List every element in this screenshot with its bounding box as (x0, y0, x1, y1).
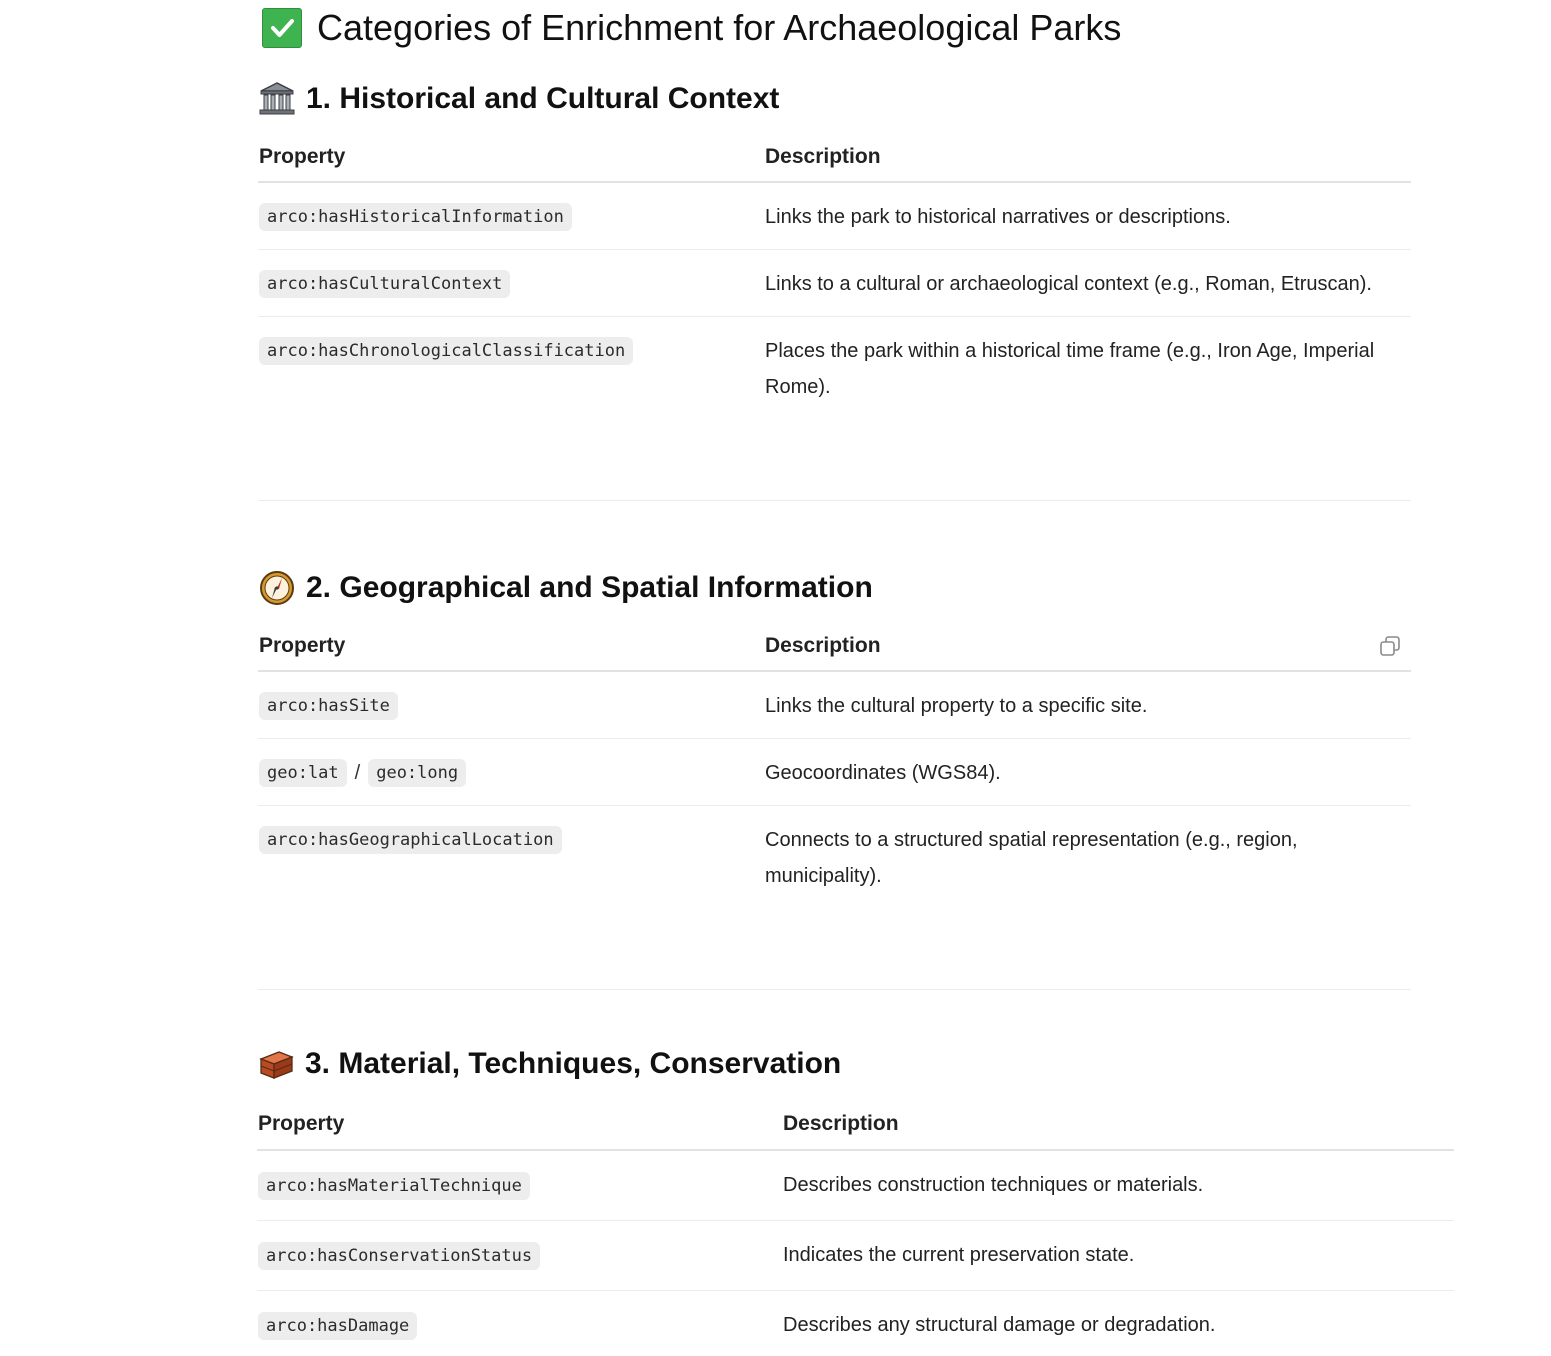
property-code: arco:hasCulturalContext (259, 270, 511, 298)
property-table: Property Description arco:hasSite Links … (258, 629, 1411, 899)
section-heading-text: 2. Geographical and Spatial Information (306, 571, 873, 604)
column-header-property: Property (259, 145, 346, 168)
column-header-property: Property (259, 634, 346, 657)
check-mark-icon (262, 8, 302, 48)
section-geographical-spatial: 2. Geographical and Spatial Information … (258, 567, 1411, 897)
section-heading: 1. Historical and Cultural Context (258, 78, 779, 120)
section-heading-text: 1. Historical and Cultural Context (306, 82, 780, 115)
property-code-lat: geo:lat (259, 759, 347, 787)
description-cell: Describes any structural damage or degra… (783, 1314, 1216, 1336)
table-row: arco:hasChronologicalClassification Plac… (258, 317, 1411, 407)
page-title-text: Categories of Enrichment for Archaeologi… (317, 7, 1122, 48)
table-row: arco:hasSite Links the cultural property… (258, 672, 1411, 739)
section-divider (258, 500, 1411, 501)
property-cell: arco:hasConservationStatus (258, 1242, 541, 1270)
description-cell: Indicates the current preservation state… (783, 1244, 1135, 1266)
description-cell: Connects to a structured spatial represe… (765, 829, 1298, 887)
property-code: arco:hasChronologicalClassification (259, 337, 634, 365)
section-divider (258, 989, 1411, 990)
description-cell: Places the park within a historical time… (765, 340, 1375, 398)
page-title: Categories of Enrichment for Archaeologi… (262, 5, 1121, 51)
table-row: arco:hasConservationStatus Indicates the… (257, 1221, 1454, 1291)
copy-icon[interactable] (1379, 635, 1401, 657)
property-cell: arco:hasDamage (258, 1312, 418, 1340)
table-header: Property Description (258, 629, 1411, 672)
property-code: arco:hasDamage (258, 1312, 418, 1340)
property-cell: arco:hasMaterialTechnique (258, 1172, 530, 1200)
column-header-description: Description (765, 634, 881, 657)
column-header-description: Description (765, 145, 881, 168)
property-code: arco:hasHistoricalInformation (259, 203, 572, 231)
table-row: geo:lat / geo:long Geocoordinates (WGS84… (258, 739, 1411, 806)
property-code: arco:hasConservationStatus (258, 1242, 541, 1270)
table-row: arco:hasMaterialTechnique Describes cons… (257, 1151, 1454, 1221)
description-cell: Links the park to historical narratives … (765, 206, 1231, 228)
description-cell: Links to a cultural or archaeological co… (765, 273, 1372, 295)
section-heading: 3. Material, Techniques, Conservation (257, 1043, 841, 1085)
description-cell: Geocoordinates (WGS84). (765, 762, 1001, 784)
classical-building-icon (258, 80, 296, 118)
brick-icon (257, 1045, 295, 1083)
property-table: Property Description arco:hasMaterialTec… (257, 1106, 1454, 1356)
description-cell: Describes construction techniques or mat… (783, 1174, 1204, 1196)
table-row: arco:hasCulturalContext Links to a cultu… (258, 250, 1411, 317)
property-cell: arco:hasChronologicalClassification (259, 337, 634, 365)
section-heading: 2. Geographical and Spatial Information (258, 567, 873, 609)
property-separator: / (354, 761, 361, 784)
property-code: arco:hasMaterialTechnique (258, 1172, 530, 1200)
property-table: Property Description arco:hasHistoricalI… (258, 140, 1411, 410)
section-heading-text: 3. Material, Techniques, Conservation (305, 1047, 842, 1080)
property-code: arco:hasSite (259, 692, 398, 720)
table-row: arco:hasDamage Describes any structural … (257, 1291, 1454, 1353)
property-code-long: geo:long (368, 759, 467, 787)
column-header-description: Description (783, 1112, 899, 1135)
description-cell: Links the cultural property to a specifi… (765, 695, 1148, 717)
property-cell: arco:hasHistoricalInformation (259, 203, 572, 231)
compass-icon (258, 569, 296, 607)
property-cell: arco:hasCulturalContext (259, 270, 511, 298)
column-header-property: Property (258, 1112, 345, 1135)
property-cell: geo:lat / geo:long (259, 759, 467, 787)
table-header: Property Description (257, 1106, 1454, 1151)
section-historical-cultural: 1. Historical and Cultural Context Prope… (258, 78, 1411, 408)
table-row: arco:hasGeographicalLocation Connects to… (258, 806, 1411, 896)
table-header: Property Description (258, 140, 1411, 183)
property-code: arco:hasGeographicalLocation (259, 826, 562, 854)
property-cell: arco:hasSite (259, 692, 398, 720)
section-material-techniques: 3. Material, Techniques, Conservation Pr… (257, 1043, 1454, 1356)
table-row: arco:hasHistoricalInformation Links the … (258, 183, 1411, 250)
property-cell: arco:hasGeographicalLocation (259, 826, 562, 854)
